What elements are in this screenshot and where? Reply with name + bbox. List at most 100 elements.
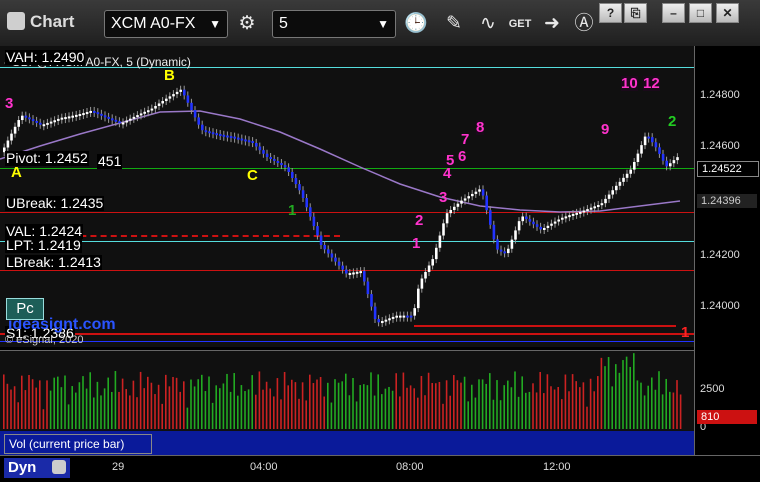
candle-body <box>6 140 10 148</box>
volume-bar <box>13 386 16 429</box>
lock-icon[interactable] <box>52 460 66 474</box>
candle-body <box>276 160 280 163</box>
volume-bar <box>575 381 577 429</box>
candle-body <box>604 198 607 204</box>
candle-body <box>427 265 431 272</box>
candle-body <box>161 101 164 104</box>
volume-bar <box>330 402 333 429</box>
link-button[interactable]: ⎘ <box>624 3 647 23</box>
point-label-a: A <box>11 164 22 181</box>
volume-bar <box>323 396 325 429</box>
candle-body <box>366 281 370 295</box>
volume-bar <box>21 375 23 429</box>
volume-bar <box>273 396 275 429</box>
volume-bar <box>100 395 102 429</box>
candle-body <box>532 221 535 225</box>
chevron-down-icon[interactable]: ▼ <box>209 17 221 31</box>
volume-bar <box>525 392 527 429</box>
volume-bar <box>636 380 639 429</box>
volume-bar <box>417 397 419 429</box>
candle-body <box>251 141 254 144</box>
volume-bar <box>467 401 469 429</box>
candle-body <box>75 114 78 117</box>
candle-body <box>456 203 460 207</box>
candle-body <box>669 163 672 167</box>
count-marker: 5 <box>446 152 455 169</box>
volume-bar <box>118 391 120 429</box>
candle-body <box>334 257 337 262</box>
volume-bar <box>510 387 513 429</box>
candle-body <box>201 124 204 131</box>
candle-body <box>233 136 236 139</box>
interval-input[interactable]: 5 ▼ <box>272 10 396 38</box>
volume-bar <box>593 391 595 429</box>
clock-icon[interactable]: 🕒 <box>402 11 430 37</box>
candle-body <box>280 162 283 166</box>
volume-bar <box>204 391 207 429</box>
minimize-button[interactable]: – <box>662 3 685 23</box>
candle-body <box>478 189 481 192</box>
candle-body <box>129 118 132 121</box>
volume-bar <box>571 374 574 429</box>
volume-bar <box>208 376 210 429</box>
candle-body <box>103 115 107 118</box>
candle-body <box>345 269 348 274</box>
volume-bar <box>589 378 592 429</box>
volume-label: Vol (current price bar) <box>4 434 152 454</box>
candle-body <box>629 169 632 174</box>
count-marker: 1 <box>412 235 421 252</box>
maximize-button[interactable]: □ <box>689 3 712 23</box>
volume-bar <box>557 387 559 429</box>
candle-body <box>420 278 424 289</box>
candle-body <box>179 89 182 92</box>
candle-body <box>273 158 276 161</box>
symbol-input[interactable]: XCM A0-FX ▼ <box>104 10 228 38</box>
price-tick: 1.24600 <box>700 140 740 152</box>
candle-body <box>215 133 218 136</box>
volume-bar <box>647 385 649 429</box>
pencil-draw-icon[interactable]: ✎ <box>440 11 468 37</box>
candle-body <box>647 136 650 139</box>
volume-bar <box>582 382 585 429</box>
volume-bar <box>6 383 9 429</box>
candle-body <box>517 221 521 231</box>
volume-bar <box>60 387 63 429</box>
count-marker: 2 <box>668 113 677 130</box>
volume-bar <box>161 403 163 429</box>
candle-body <box>582 210 586 213</box>
pc-button[interactable]: Pc <box>6 298 44 320</box>
candle-body <box>136 115 139 118</box>
chevron-down-icon[interactable]: ▼ <box>377 17 389 31</box>
volume-bar <box>600 357 603 429</box>
volume-bar <box>629 366 631 429</box>
volume-bar <box>309 374 311 429</box>
dynamic-button[interactable]: Dyn <box>4 458 70 478</box>
candle-body <box>550 223 553 226</box>
volume-bar <box>190 379 192 429</box>
study-wave-icon[interactable]: ∿ <box>474 11 502 37</box>
alert-icon[interactable]: Ⓐ <box>570 11 598 37</box>
volume-bar <box>615 364 617 429</box>
help-button[interactable]: ? <box>599 3 622 23</box>
settings-gear-icon[interactable]: ⚙ <box>233 11 261 37</box>
volume-bar <box>35 387 37 429</box>
volume-bar <box>409 385 412 429</box>
volume-bar <box>363 384 365 429</box>
volume-bar <box>348 395 351 429</box>
volume-bar <box>147 376 149 429</box>
close-button[interactable]: ✕ <box>716 3 739 23</box>
candle-body <box>625 173 629 178</box>
get-data-icon[interactable]: GET <box>506 11 534 37</box>
volume-bars-svg <box>3 353 682 429</box>
candle-body <box>42 124 46 127</box>
play-arrow-icon[interactable]: ➜ <box>538 11 566 37</box>
candle-body <box>453 206 456 210</box>
candle-body <box>165 98 168 102</box>
candle-body <box>111 118 114 121</box>
price-tick: 1.24800 <box>700 89 740 101</box>
volume-bar <box>269 388 271 429</box>
volume-bar <box>57 376 59 429</box>
volume-bar <box>276 378 279 429</box>
volume-bar <box>179 391 181 429</box>
volume-bar <box>103 388 106 429</box>
